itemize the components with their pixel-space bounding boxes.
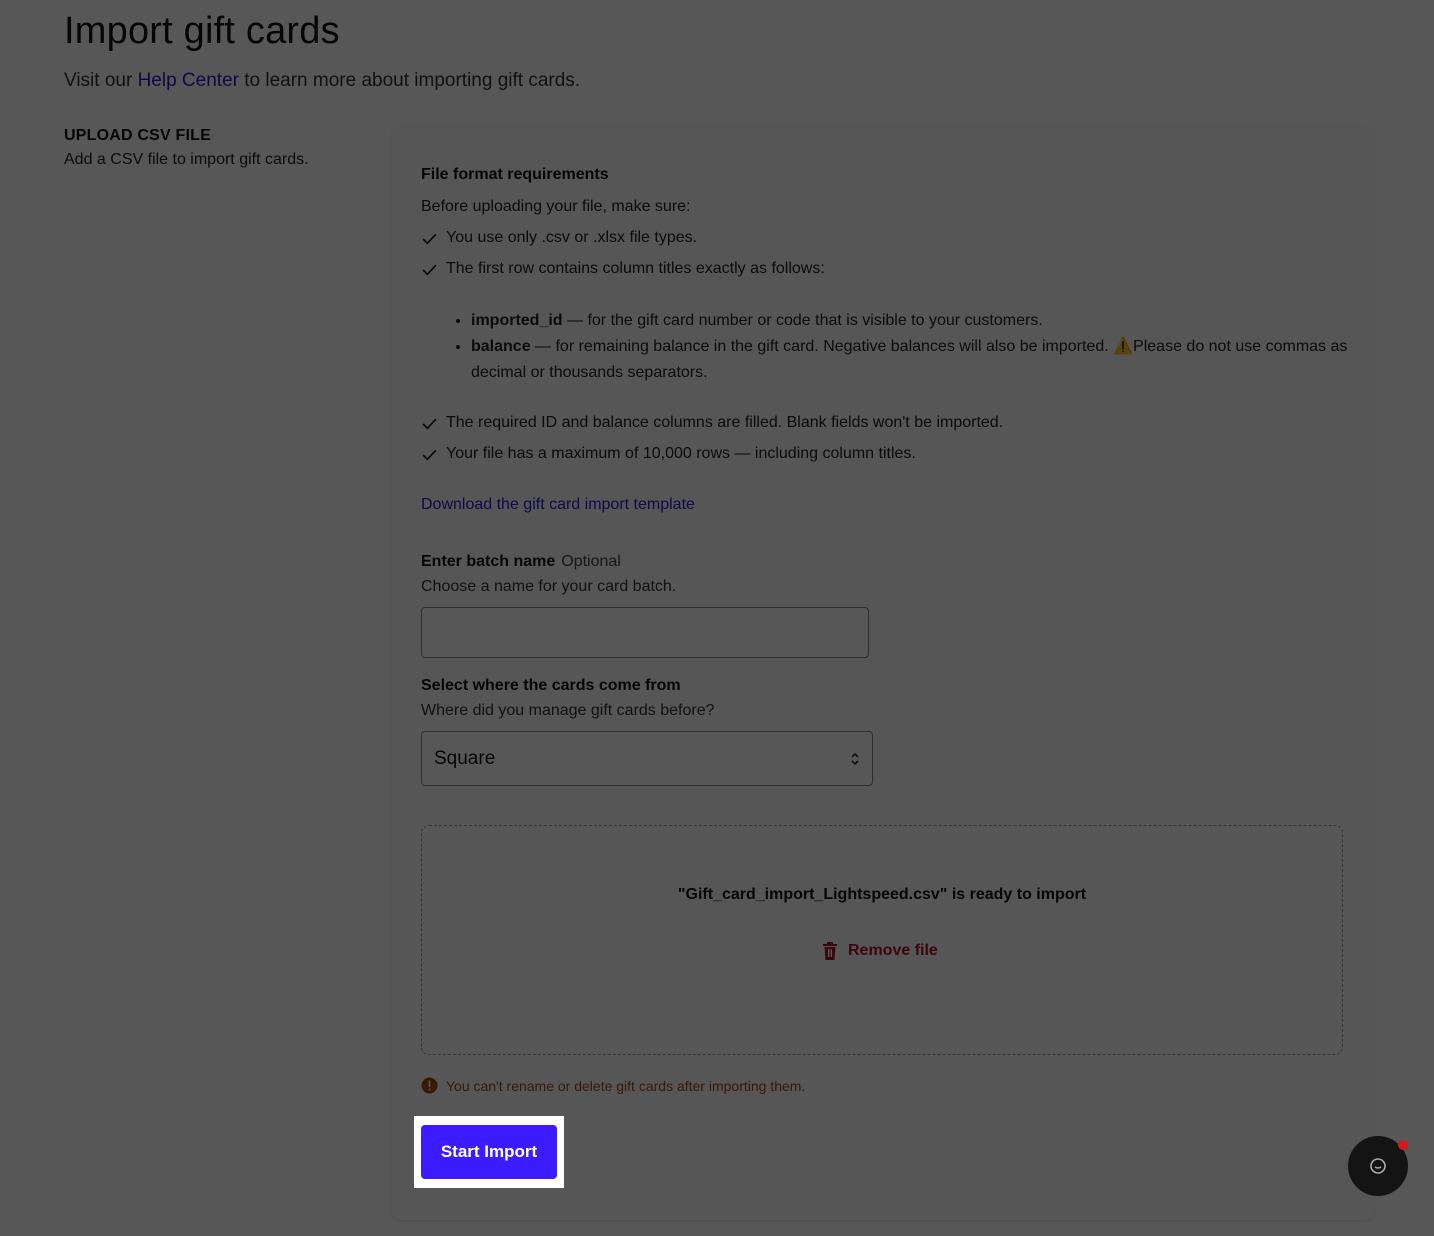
source-help: Where did you manage gift cards before? (421, 702, 715, 719)
column-name: imported_id (471, 312, 563, 329)
column-item-imported-id: imported_id — for the gift card number o… (471, 308, 1351, 334)
download-template-link[interactable]: Download the gift card import template (421, 496, 695, 514)
alert-circle-icon (421, 1077, 438, 1094)
page-title: Import gift cards (64, 10, 340, 52)
warning-icon: ⚠️ (1113, 338, 1134, 355)
batch-name-label: Enter batch name Optional (421, 553, 621, 571)
requirement-text: The required ID and balance columns are … (446, 414, 1004, 431)
requirements-title: File format requirements (421, 166, 609, 183)
column-item-balance: balance — for remaining balance in the g… (471, 334, 1351, 386)
column-desc: — for remaining balance in the gift card… (530, 338, 1114, 355)
batch-label-text: Enter batch name (421, 553, 556, 570)
import-notice: You can't rename or delete gift cards af… (421, 1077, 805, 1094)
optional-tag: Optional (561, 553, 621, 570)
requirements-intro: Before uploading your file, make sure: (421, 198, 691, 215)
checkmark-icon (422, 233, 437, 245)
requirement-check-item: The first row contains column titles exa… (421, 260, 825, 278)
source-selected-value: Square (434, 747, 496, 769)
checkmark-icon (422, 418, 437, 430)
requirement-text: Your file has a maximum of 10,000 rows —… (446, 445, 916, 462)
column-name: balance (471, 338, 531, 355)
subtitle-prefix: Visit our (64, 70, 138, 91)
file-ready-text: "Gift_card_import_Lightspeed.csv" is rea… (677, 886, 1087, 903)
source-select[interactable]: Square (421, 731, 873, 786)
remove-file-label: Remove file (848, 942, 938, 959)
requirement-check-item: The required ID and balance columns are … (421, 414, 1003, 432)
page-subtitle: Visit our Help Center to learn more abou… (64, 70, 580, 92)
section-title: UPLOAD CSV FILE (64, 127, 212, 144)
notification-dot (1398, 1140, 1408, 1150)
upload-card: File format requirements Before uploadin… (392, 126, 1374, 1220)
remove-file-button[interactable]: Remove file (822, 942, 938, 960)
notice-text: You can't rename or delete gift cards af… (446, 1077, 806, 1094)
subtitle-suffix: to learn more about importing gift cards… (238, 70, 581, 91)
start-import-button[interactable]: Start Import (421, 1125, 557, 1179)
chat-launcher-button[interactable] (1348, 1136, 1408, 1196)
checkmark-icon (422, 264, 437, 276)
requirement-text: The first row contains column titles exa… (446, 260, 825, 277)
trash-icon (823, 942, 837, 960)
start-import-highlight: Start Import (414, 1116, 564, 1188)
batch-name-help: Choose a name for your card batch. (421, 578, 677, 595)
file-dropzone[interactable]: "Gift_card_import_Lightspeed.csv" is rea… (421, 825, 1343, 1055)
column-list: imported_id — for the gift card number o… (441, 308, 1351, 386)
chat-icon (1370, 1158, 1386, 1174)
section-description: Add a CSV file to import gift cards. (64, 151, 309, 168)
select-arrows-icon (850, 751, 860, 767)
source-label: Select where the cards come from (421, 677, 681, 694)
checkmark-icon (422, 449, 437, 461)
column-desc: — for the gift card number or code that … (562, 312, 1043, 329)
upload-section-header: UPLOAD CSV FILE Add a CSV file to import… (64, 127, 364, 169)
import-gift-cards-page: Import gift cards Visit our Help Center … (0, 0, 1434, 1236)
requirement-text: You use only .csv or .xlsx file types. (446, 229, 698, 246)
batch-name-input[interactable] (421, 607, 869, 658)
requirement-check-item: Your file has a maximum of 10,000 rows —… (421, 445, 916, 463)
requirement-check-item: You use only .csv or .xlsx file types. (421, 229, 697, 247)
help-center-link[interactable]: Help Center (138, 70, 239, 91)
